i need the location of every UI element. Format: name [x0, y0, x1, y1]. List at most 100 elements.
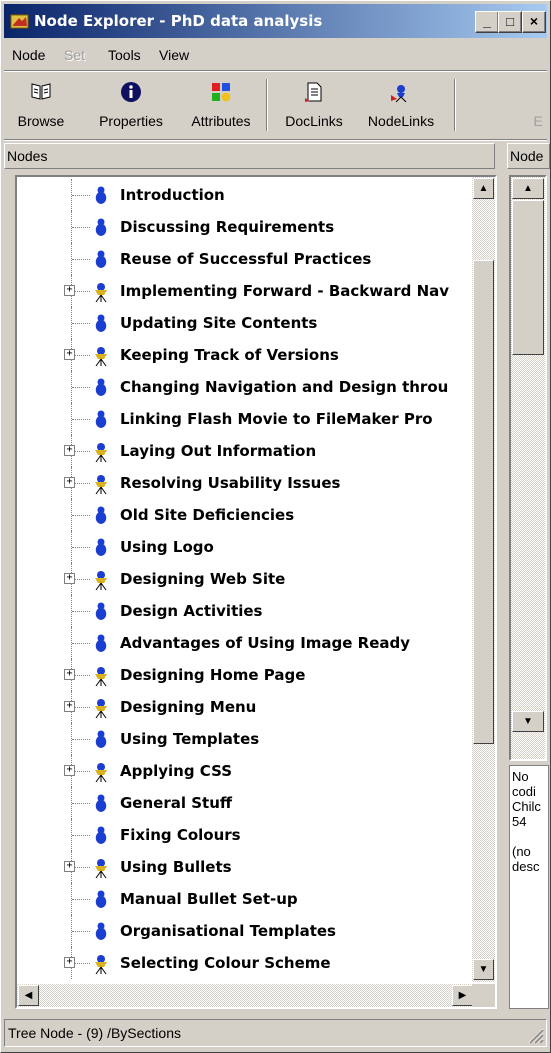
scroll-down-button[interactable]: ▼: [473, 959, 494, 980]
node-explorer-window: Node Explorer - PhD data analysis _ □ × …: [0, 0, 551, 1053]
tree-vertical-scrollbar[interactable]: ▲ ▼: [472, 177, 495, 982]
tree-node[interactable]: + Laying Out Information: [17, 435, 474, 467]
tree-node[interactable]: + Keeping Track of Versions: [17, 339, 474, 371]
book-icon: [31, 83, 51, 100]
menu-view[interactable]: View: [159, 47, 189, 63]
tree-connector-line: [72, 547, 90, 548]
tree-node-label: General Stuff: [120, 794, 233, 812]
detail-scroll-down-button[interactable]: ▼: [512, 711, 544, 732]
coding-status-text: No: [512, 769, 529, 784]
node-icon: [95, 506, 107, 524]
tree-node[interactable]: Discussing Requirements: [17, 211, 474, 243]
browse-button[interactable]: Browse: [6, 75, 76, 135]
detail-vertical-scrollbar[interactable]: ▲ ▼: [511, 177, 545, 759]
maximize-button[interactable]: □: [498, 11, 522, 33]
properties-button[interactable]: Properties: [84, 75, 178, 135]
tree-node[interactable]: Using Templates: [17, 723, 474, 755]
tree-node[interactable]: Using Logo: [17, 531, 474, 563]
menu-set[interactable]: Set: [64, 47, 85, 63]
tree-node[interactable]: + Implementing Forward - Backward Nav: [17, 275, 474, 307]
title-bar[interactable]: Node Explorer - PhD data analysis _ □ ×: [4, 4, 547, 38]
menu-node[interactable]: Node: [12, 47, 45, 63]
tree-node-label: Using Templates: [120, 730, 260, 748]
tree-connector-line: [72, 323, 90, 324]
attributes-button[interactable]: Attributes: [182, 75, 260, 135]
tree-connector-line: [72, 259, 90, 260]
tree-node[interactable]: Old Site Deficiencies: [17, 499, 474, 531]
tree-node-label: Designing Home Page: [120, 666, 306, 684]
expand-icon[interactable]: +: [64, 285, 75, 296]
detail-scroll-thumb[interactable]: [512, 200, 544, 355]
tree-node[interactable]: Design Activities: [17, 595, 474, 627]
expand-icon[interactable]: +: [64, 765, 75, 776]
tree-node[interactable]: + Designing Home Page: [17, 659, 474, 691]
expand-icon[interactable]: +: [64, 349, 75, 360]
node-icon: [95, 602, 107, 620]
coding-status-text-2: codi: [512, 784, 536, 799]
toolbar-separator: [266, 79, 268, 131]
expand-icon[interactable]: +: [64, 701, 75, 712]
close-button[interactable]: ×: [522, 11, 546, 33]
tree-node[interactable]: Organisational Templates: [17, 915, 474, 947]
app-icon: [10, 14, 29, 29]
tree-node-label: Linking Flash Movie to FileMaker Pro: [120, 410, 433, 428]
node-detail-pane-header[interactable]: Node: [507, 143, 550, 169]
expand-icon[interactable]: +: [64, 573, 75, 584]
toolbar-separator-line: [4, 139, 547, 141]
tree-node[interactable]: Manual Bullet Set-up: [17, 883, 474, 915]
tree-node[interactable]: General Stuff: [17, 787, 474, 819]
tree-node-label: Fixing Colours: [120, 826, 241, 844]
tree-content: Introduction Discussing Requirements Reuse…: [17, 177, 474, 982]
node-icon: [95, 314, 107, 332]
nodelinks-button[interactable]: NodeLinks: [357, 75, 445, 135]
detail-scroll-up-button[interactable]: ▲: [512, 178, 544, 199]
doclinks-button[interactable]: DocLinks: [274, 75, 354, 135]
tree-node[interactable]: Reuse of Successful Practices: [17, 243, 474, 275]
tree-node[interactable]: + Applying CSS: [17, 755, 474, 787]
resize-grip-icon[interactable]: [526, 1026, 544, 1044]
node-icon: [95, 250, 107, 268]
scroll-right-button[interactable]: ▶: [452, 985, 473, 1006]
tree-node[interactable]: + Designing Menu: [17, 691, 474, 723]
tree-node[interactable]: Updating Site Contents: [17, 307, 474, 339]
tree-node-label: Changing Navigation and Design throu: [120, 378, 449, 396]
tree-node-label: Manual Bullet Set-up: [120, 890, 298, 908]
expand-icon[interactable]: +: [64, 669, 75, 680]
tree-node[interactable]: Linking Flash Movie to FileMaker Pro: [17, 403, 474, 435]
menu-separator: [4, 70, 547, 72]
tree-node-label: Using Logo: [120, 538, 214, 556]
expand-icon[interactable]: +: [64, 861, 75, 872]
tree-connector-line: [72, 835, 90, 836]
tree-node[interactable]: Changing Navigation and Design throu: [17, 371, 474, 403]
parent-node-icon: [95, 347, 107, 367]
parent-node-icon: [95, 699, 107, 719]
tree-connector-line: [72, 931, 90, 932]
tree-node[interactable]: + Designing Web Site: [17, 563, 474, 595]
tree-connector-line: [72, 515, 90, 516]
parent-node-icon: [95, 955, 107, 975]
tree-node[interactable]: + Using Bullets: [17, 851, 474, 883]
expand-icon[interactable]: +: [64, 477, 75, 488]
tree-connector-line: [72, 643, 90, 644]
tree-node[interactable]: Advantages of Using Image Ready: [17, 627, 474, 659]
scroll-thumb[interactable]: [473, 260, 494, 744]
edit-button-clipped[interactable]: E: [528, 75, 548, 135]
parent-node-icon: [95, 667, 107, 687]
scroll-left-button[interactable]: ◀: [18, 985, 39, 1006]
tree-node[interactable]: Introduction: [17, 179, 474, 211]
children-label: Chilc: [512, 799, 541, 814]
parent-node-icon: [95, 283, 107, 303]
edit-label-clipped: E: [533, 113, 543, 129]
tree-horizontal-scrollbar[interactable]: ◀ ▶: [17, 984, 474, 1007]
expand-icon[interactable]: +: [64, 957, 75, 968]
tree-node[interactable]: + Selecting Colour Scheme: [17, 947, 474, 979]
tree-node[interactable]: + Resolving Usability Issues: [17, 467, 474, 499]
tree-node-label: Implementing Forward - Backward Nav: [120, 282, 450, 300]
expand-icon[interactable]: +: [64, 445, 75, 456]
tree-connector-line: [72, 611, 90, 612]
minimize-button[interactable]: _: [475, 11, 499, 33]
tree-node[interactable]: Fixing Colours: [17, 819, 474, 851]
nodes-pane-header[interactable]: Nodes: [4, 143, 495, 169]
menu-tools[interactable]: Tools: [108, 47, 141, 63]
scroll-up-button[interactable]: ▲: [473, 178, 494, 199]
